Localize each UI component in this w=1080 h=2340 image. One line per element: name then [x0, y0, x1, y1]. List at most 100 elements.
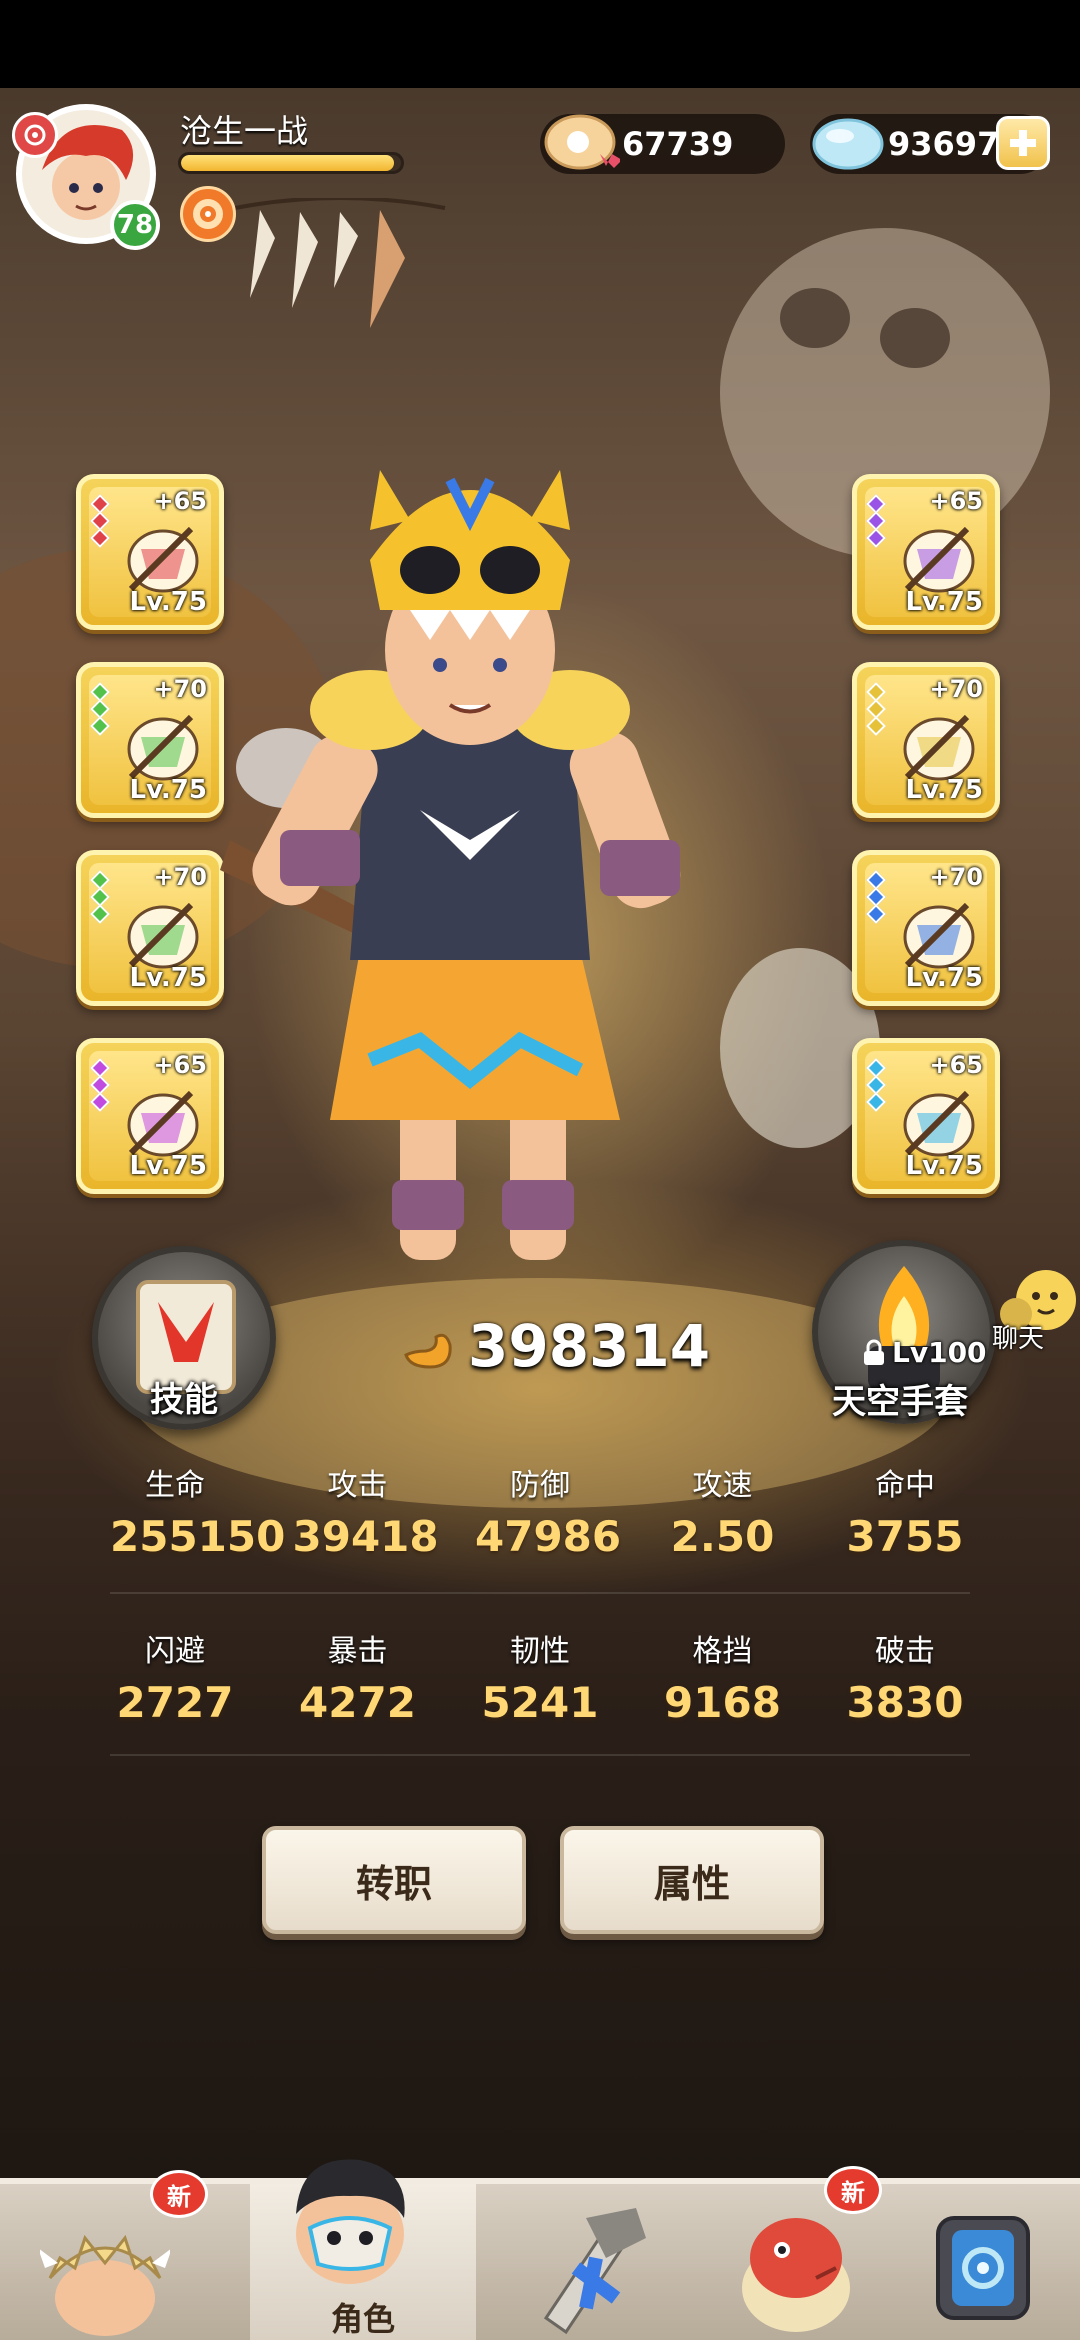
quality-gems	[90, 494, 110, 548]
stats-divider	[110, 1592, 970, 1594]
stat-item: 暴击 4272	[293, 1626, 423, 1727]
gem-icon	[866, 1092, 886, 1112]
bottom-nav: 新 角色 新	[0, 2159, 1080, 2340]
power-bicep-icon	[404, 1333, 452, 1369]
attributes-button[interactable]: 属性	[560, 1826, 824, 1934]
pet-dino-icon	[742, 2218, 850, 2332]
xp-bar-fill	[181, 155, 395, 171]
quality-gems	[90, 1058, 110, 1112]
stat-item: 命中 3755	[840, 1460, 970, 1561]
equipment-slot-right-4[interactable]: +65 Lv.75	[852, 1038, 1000, 1194]
shell-amount: 67739	[622, 125, 734, 163]
gem-icon	[90, 904, 110, 924]
stat-item: 破击 3830	[840, 1626, 970, 1727]
stats-divider	[110, 1754, 970, 1756]
combat-power-value: 398314	[468, 1312, 711, 1380]
xp-bar	[178, 152, 404, 174]
quality-gems	[866, 1058, 886, 1112]
equipment-slot-left-2[interactable]: +70 Lv.75	[76, 662, 224, 818]
hanging-teeth-icon	[234, 198, 446, 328]
bg-skull-eye	[780, 288, 850, 348]
sky-gloves-label: 天空手套	[832, 1382, 968, 1422]
new-badge: 新	[824, 2166, 882, 2214]
stat-label: 命中	[875, 1468, 935, 1503]
equipment-slot-left-4[interactable]: +65 Lv.75	[76, 1038, 224, 1194]
player-character[interactable]	[220, 440, 720, 1300]
gem-icon	[866, 528, 886, 548]
stat-value: 2727	[116, 1678, 234, 1727]
lock-icon	[864, 1339, 884, 1365]
enhance-level: +65	[929, 487, 983, 515]
gem-icon	[866, 716, 886, 736]
portal-icon	[936, 2216, 1030, 2320]
nav-tab-character[interactable]: 角色	[250, 2159, 476, 2340]
player-name: 沧生一战	[180, 112, 309, 150]
stat-label: 闪避	[145, 1634, 205, 1669]
stat-item: 攻击 39418	[292, 1460, 439, 1561]
stats-row-secondary: 闪避 2727 暴击 4272 韧性 5241 格挡 9168 破击 3830	[110, 1626, 970, 1727]
stat-value: 5241	[481, 1678, 599, 1727]
stat-label: 攻速	[692, 1468, 753, 1503]
combat-power: 398314	[400, 1312, 710, 1380]
skill-label: 技能	[150, 1380, 218, 1420]
tribe-chief-icon	[40, 2234, 170, 2336]
gloves-lock: Lv100	[862, 1336, 987, 1369]
stat-label: 防御	[510, 1468, 570, 1503]
stat-label: 破击	[875, 1634, 935, 1669]
character-icon	[296, 2159, 405, 2284]
nav-tab-portal[interactable]	[886, 2184, 1080, 2340]
stat-value: 4272	[299, 1678, 416, 1727]
gem-icon	[90, 716, 110, 736]
enhance-level: +70	[153, 863, 207, 891]
nav-tab-pets[interactable]: 新	[706, 2166, 886, 2340]
item-level: Lv.75	[905, 963, 983, 993]
shell-currency: 67739	[540, 114, 785, 174]
stat-label: 暴击	[327, 1634, 388, 1669]
equipment-slot-left-1[interactable]: +65 Lv.75	[76, 474, 224, 630]
bg-skull-eye	[880, 308, 950, 368]
stat-label: 韧性	[510, 1634, 570, 1669]
equipment-slot-right-1[interactable]: +65 Lv.75	[852, 474, 1000, 630]
stat-value: 2.50	[670, 1512, 775, 1561]
quality-gems	[90, 682, 110, 736]
job-change-button[interactable]: 转职	[262, 1826, 526, 1934]
stat-value: 47986	[475, 1512, 622, 1561]
stat-item: 闪避 2727	[110, 1626, 240, 1727]
gem-stone-icon	[812, 118, 884, 170]
stat-label: 生命	[145, 1468, 205, 1503]
equipment-slot-right-2[interactable]: +70 Lv.75	[852, 662, 1000, 818]
item-level: Lv.75	[905, 775, 983, 805]
stat-item: 生命 255150	[110, 1460, 285, 1561]
quality-gems	[866, 682, 886, 736]
enhance-level: +70	[929, 675, 983, 703]
enhance-level: +65	[929, 1051, 983, 1079]
pearl-shell-icon	[544, 114, 620, 170]
player-level-badge: 78	[110, 200, 160, 250]
quality-gems	[90, 870, 110, 924]
enhance-level: +70	[929, 863, 983, 891]
stat-value: 9168	[664, 1678, 781, 1727]
stat-label: 格挡	[692, 1634, 753, 1669]
add-gems-button[interactable]	[996, 116, 1050, 170]
stats-row-primary: 生命 255150 攻击 39418 防御 47986 攻速 2.50 命中 3755	[110, 1460, 970, 1561]
equipment-slot-left-3[interactable]: +70 Lv.75	[76, 850, 224, 1006]
nav-tab-weapon[interactable]	[476, 2184, 706, 2340]
stat-item: 攻速 2.50	[658, 1460, 788, 1561]
item-level: Lv.75	[905, 1151, 983, 1181]
avatar-frame-badge-icon	[12, 112, 58, 158]
new-badge: 新	[150, 2170, 208, 2218]
equipment-slot-right-3[interactable]: +70 Lv.75	[852, 850, 1000, 1006]
enhance-level: +65	[153, 487, 207, 515]
item-level: Lv.75	[129, 587, 207, 617]
item-level: Lv.75	[905, 587, 983, 617]
gem-icon	[90, 1092, 110, 1112]
rank-title-icon[interactable]	[180, 186, 236, 242]
chat-label: 聊天	[992, 1324, 1045, 1354]
enhance-level: +65	[153, 1051, 207, 1079]
stat-value: 3830	[846, 1678, 964, 1727]
nav-tab-tribe[interactable]: 新	[0, 2170, 250, 2340]
gem-icon	[866, 904, 886, 924]
stat-value: 39418	[292, 1512, 439, 1561]
enhance-level: +70	[153, 675, 207, 703]
item-level: Lv.75	[129, 963, 207, 993]
